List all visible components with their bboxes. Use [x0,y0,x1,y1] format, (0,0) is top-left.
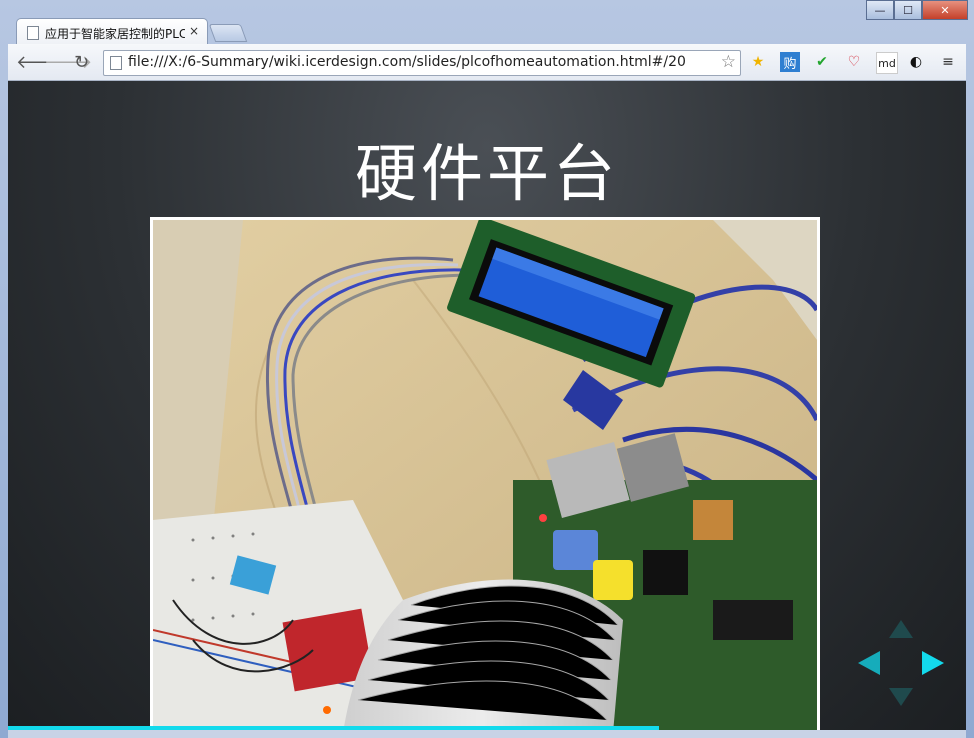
md-extension-icon[interactable]: md [876,52,898,74]
minimize-button[interactable]: — [866,0,894,20]
tab-close-icon[interactable]: × [189,24,199,38]
close-window-button[interactable]: ✕ [922,0,968,20]
check-extension-icon[interactable]: ✔ [812,52,832,72]
hardware-photo-drawing [153,220,817,730]
nav-down-arrow-icon[interactable] [889,688,913,706]
tab-title: 应用于智能家居控制的PLC [45,27,185,41]
page-icon [27,26,39,40]
browser-window: 应用于智能家居控制的PLC × — ☐ ✕ 🡐 🡒 ↻ file:///X:/6… [0,0,974,738]
page-icon [110,56,122,70]
browser-toolbar: 🡐 🡒 ↻ file:///X:/6-Summary/wiki.icerdesi… [8,44,966,81]
window-controls: — ☐ ✕ [866,0,968,20]
nav-right-arrow-icon[interactable] [922,651,944,675]
address-bar[interactable]: file:///X:/6-Summary/wiki.icerdesign.com… [103,50,741,76]
hardware-photo [150,217,820,730]
bookmark-icon[interactable]: ☆ [721,52,736,72]
contrast-extension-icon[interactable]: ◐ [906,52,926,72]
new-tab-button[interactable] [208,24,248,42]
slide-title: 硬件平台 [354,137,619,210]
title-bar: 应用于智能家居控制的PLC × — ☐ ✕ [0,0,974,45]
slide-viewport: 硬件平台 [8,81,966,730]
menu-icon[interactable]: ≡ [938,52,958,72]
reload-icon[interactable]: ↻ [74,52,89,73]
nav-left-arrow-icon[interactable] [858,651,880,675]
bookmark-star-icon[interactable]: ★ [748,52,768,72]
browser-tab[interactable]: 应用于智能家居控制的PLC × [16,18,208,45]
url-text[interactable]: file:///X:/6-Summary/wiki.icerdesign.com… [128,54,686,70]
gou-extension-icon[interactable]: 购 [780,52,800,72]
heart-extension-icon[interactable]: ♡ [844,52,864,72]
window-bottom-border [8,730,966,738]
nav-up-arrow-icon[interactable] [889,620,913,638]
maximize-button[interactable]: ☐ [894,0,922,20]
slide-navigation-controls [858,620,944,706]
